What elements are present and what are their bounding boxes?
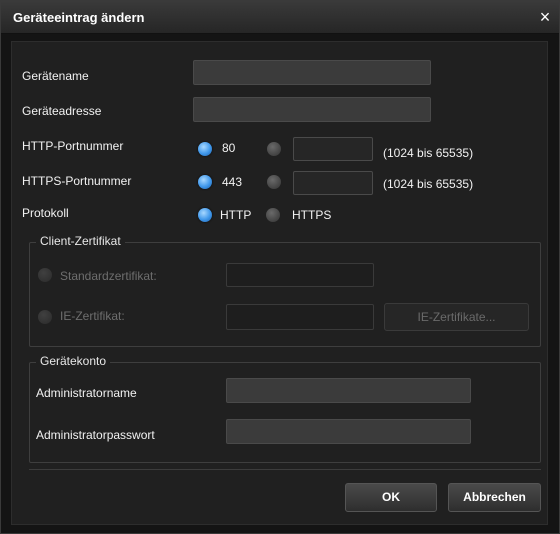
device-account-group: Gerätekonto Administratorname Administra… <box>29 354 541 463</box>
ie-certificate-input[interactable] <box>226 304 374 330</box>
admin-name-label: Administratorname <box>36 386 137 400</box>
http-port-default-label: 80 <box>222 141 236 155</box>
cancel-button[interactable]: Abbrechen <box>448 483 541 512</box>
admin-password-label: Administratorpasswort <box>36 428 155 442</box>
edit-device-dialog: Geräteeintrag ändern × Gerätename Geräte… <box>0 0 560 534</box>
client-certificate-group: Client-Zertifikat Standardzertifikat: IE… <box>29 234 541 347</box>
client-certificate-legend: Client-Zertifikat <box>36 234 125 248</box>
standard-certificate-radio[interactable] <box>38 268 52 282</box>
https-port-default-radio[interactable] <box>198 175 212 189</box>
ie-certificate-label: IE-Zertifikat: <box>60 309 125 323</box>
https-port-range-hint: (1024 bis 65535) <box>383 177 474 191</box>
device-account-legend: Gerätekonto <box>36 354 111 368</box>
http-port-label: HTTP-Portnummer <box>22 139 124 153</box>
https-port-custom-radio[interactable] <box>267 175 281 189</box>
device-name-input[interactable] <box>193 60 431 85</box>
protocol-http-label: HTTP <box>220 208 252 222</box>
http-port-custom-radio[interactable] <box>267 142 281 156</box>
device-address-label: Geräteadresse <box>22 104 102 118</box>
dialog-titlebar: Geräteeintrag ändern × <box>1 1 559 34</box>
close-icon[interactable]: × <box>535 7 555 27</box>
ie-certificate-radio[interactable] <box>38 310 52 324</box>
button-separator <box>29 469 541 470</box>
http-port-default-radio[interactable] <box>198 142 212 156</box>
admin-name-input[interactable] <box>226 378 471 403</box>
device-address-input[interactable] <box>193 97 431 122</box>
protocol-https-label: HTTPS <box>292 208 332 222</box>
standard-certificate-input[interactable] <box>226 263 374 287</box>
device-name-label: Gerätename <box>22 69 89 83</box>
http-port-range-hint: (1024 bis 65535) <box>383 146 474 160</box>
standard-certificate-label: Standardzertifikat: <box>60 269 157 283</box>
protocol-http-radio[interactable] <box>198 208 212 222</box>
https-port-label: HTTPS-Portnummer <box>22 174 132 188</box>
http-port-custom-input[interactable] <box>293 137 373 161</box>
dialog-title: Geräteeintrag ändern <box>13 10 145 25</box>
admin-password-input[interactable] <box>226 419 471 444</box>
https-port-custom-input[interactable] <box>293 171 373 195</box>
protocol-label: Protokoll <box>22 206 69 220</box>
protocol-https-radio[interactable] <box>266 208 280 222</box>
ok-button[interactable]: OK <box>345 483 437 512</box>
ie-certificates-button[interactable]: IE-Zertifikate... <box>384 303 529 331</box>
https-port-default-label: 443 <box>222 175 243 189</box>
dialog-content: Gerätename Geräteadresse HTTP-Portnummer… <box>11 41 548 525</box>
